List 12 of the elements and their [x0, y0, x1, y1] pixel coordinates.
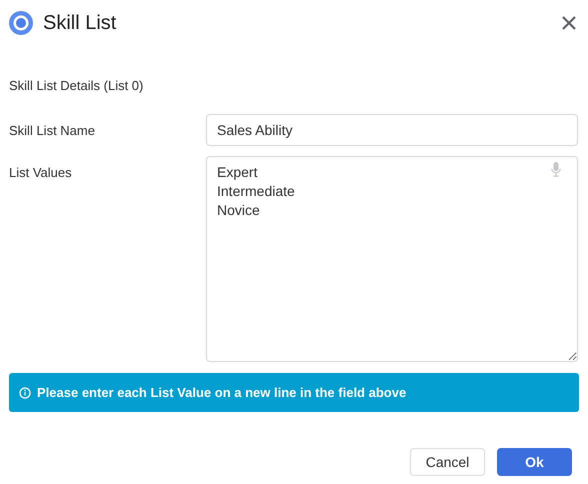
section-title: Skill List Details (List 0): [9, 78, 144, 94]
name-field[interactable]: Sales Ability: [206, 114, 578, 146]
dialog-title: Skill List: [43, 12, 118, 34]
info-text: Please enter each List Value on a new line in the field above: [37, 385, 406, 400]
field-label: List Values: [9, 164, 73, 182]
cancel-button[interactable]: Cancel: [410, 448, 485, 476]
ok-button[interactable]: Ok: [497, 448, 572, 476]
close-button[interactable]: [561, 15, 577, 31]
field-label: Skill List Name: [9, 122, 96, 140]
logo-icon: [9, 11, 33, 35]
list-values-field[interactable]: Expert Intermediate Novice: [206, 156, 578, 362]
info-icon: [19, 386, 31, 398]
